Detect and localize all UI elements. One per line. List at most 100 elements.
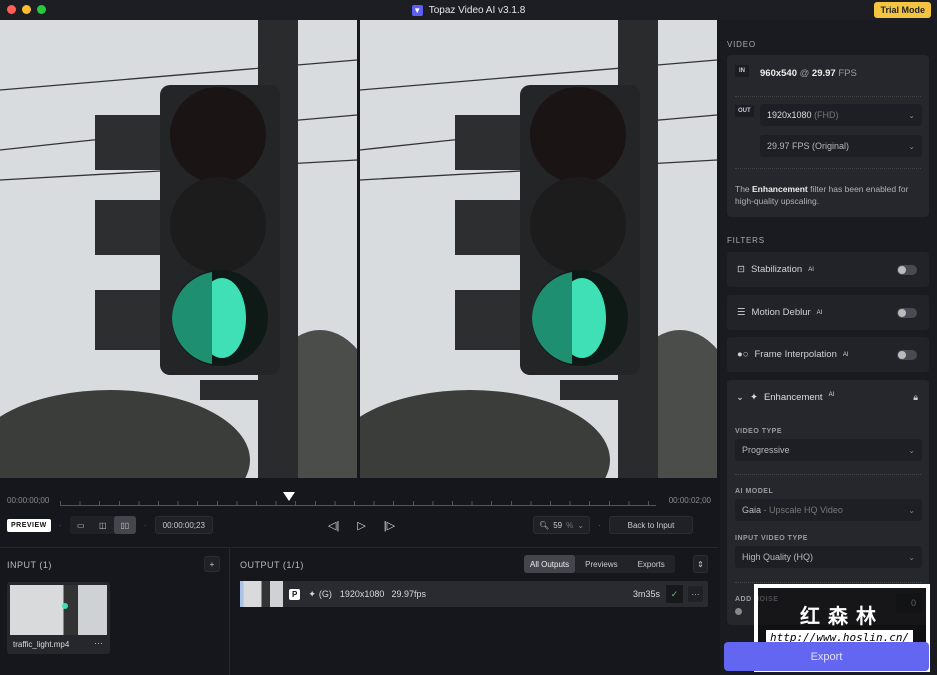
motion-deblur-toggle[interactable] <box>897 307 917 318</box>
sparkle-icon: ✦ <box>308 588 316 599</box>
export-button[interactable]: Export <box>724 642 929 671</box>
output-resolution: 1920x1080 <box>339 589 385 599</box>
input-file-card[interactable]: traffic_light.mp4 ··· <box>7 582 110 654</box>
filter-label: Stabilization <box>750 264 803 275</box>
ai-badge: AI <box>816 309 823 316</box>
output-resolution-select[interactable]: 1920x1080 (FHD) ⌄ <box>760 104 922 126</box>
filters-section-label: FILTERS <box>727 236 765 245</box>
add-noise-slider[interactable] <box>735 608 742 615</box>
video-card: IN 960x540 @ 29.97 FPS OUT 1920x1080 (FH… <box>727 55 929 217</box>
chevron-down-icon: ⌄ <box>736 392 744 403</box>
topaz-logo-icon: ▼ <box>411 4 423 16</box>
input-title: INPUT (1) <box>7 560 52 570</box>
stabilization-toggle[interactable] <box>897 264 917 275</box>
output-panel: OUTPUT (1/1) All Outputs Previews Export… <box>231 547 718 675</box>
in-tag: IN <box>735 65 749 77</box>
video-type-select[interactable]: Progressive ⌄ <box>735 439 922 461</box>
chevron-down-icon: ⌄ <box>908 505 915 515</box>
file-name: traffic_light.mp4 <box>13 640 70 649</box>
playhead[interactable] <box>283 492 295 501</box>
previous-frame-icon[interactable]: ◁| <box>328 519 339 532</box>
enhancement-label: Enhancement <box>763 392 823 403</box>
chevron-down-icon: ⌄ <box>908 552 915 562</box>
video-type-label: VIDEO TYPE <box>735 428 783 435</box>
ai-model-desc: - Upscale HQ Video <box>761 505 843 515</box>
chevron-down-icon: ⌄ <box>908 445 915 455</box>
zoom-select[interactable]: 🔍︎ 59% ⌄ <box>533 516 590 534</box>
output-row[interactable]: P ✦ (G) 1920x1080 29.97fps 3m35s ✓ ··· <box>240 581 708 607</box>
next-frame-icon[interactable]: |▷ <box>384 519 395 532</box>
settings-sidebar: VIDEO IN 960x540 @ 29.97 FPS OUT 1920x10… <box>720 20 937 675</box>
tab-all-outputs[interactable]: All Outputs <box>524 555 576 573</box>
traffic-light-image <box>0 20 357 478</box>
filter-label: Motion Deblur <box>751 307 811 318</box>
traffic-light-image <box>360 20 717 478</box>
stabilization-icon: ⊡ <box>737 264 745 275</box>
output-resolution-value: 1920x1080 <box>767 110 812 120</box>
sparkle-icon: ✦ <box>749 392 758 403</box>
timeline-end: 00:00:02;00 <box>668 496 711 505</box>
tab-previews[interactable]: Previews <box>575 555 627 573</box>
split-view-icon[interactable]: ◫ <box>91 516 114 534</box>
close-icon[interactable] <box>7 5 16 14</box>
maximize-icon[interactable] <box>37 5 46 14</box>
input-resolution: 960x540 <box>760 68 797 79</box>
input-video-type-select[interactable]: High Quality (HQ) ⌄ <box>735 546 922 568</box>
file-thumbnail <box>10 585 107 635</box>
file-more-button[interactable]: ··· <box>94 638 103 648</box>
input-preview-pane[interactable] <box>0 20 357 478</box>
ai-badge: AI <box>808 266 814 273</box>
output-more-button[interactable]: ··· <box>687 585 704 603</box>
filter-motion-deblur[interactable]: ☰ Motion Deblur AI <box>727 295 929 330</box>
back-to-input-button[interactable]: Back to Input <box>609 516 693 534</box>
preview-button[interactable]: PREVIEW <box>7 518 51 532</box>
enhancement-header[interactable]: ⌄ ✦ Enhancement AI <box>736 392 834 403</box>
ai-badge: AI <box>842 351 849 358</box>
preview-badge: P <box>289 588 301 600</box>
timeline-start: 00:00:00;00 <box>7 496 50 505</box>
tab-exports[interactable]: Exports <box>628 555 675 573</box>
minimize-icon[interactable] <box>22 5 31 14</box>
current-timecode[interactable]: 00:00:00;23 <box>154 516 213 534</box>
input-video-type-value: High Quality (HQ) <box>742 552 814 562</box>
filter-frame-interpolation[interactable]: ●○ Frame Interpolation AI <box>727 337 929 372</box>
add-noise-value[interactable]: 0 <box>896 593 922 613</box>
play-icon[interactable]: ▷ <box>357 519 365 532</box>
output-fps-select[interactable]: 29.97 FPS (Original) ⌄ <box>760 135 922 157</box>
chevron-down-icon: ⌄ <box>577 520 584 530</box>
frame-interpolation-toggle[interactable] <box>897 349 917 360</box>
timeline: 00:00:00;00 00:00:02;00 PREVIEW · ▭ ◫ ▯▯… <box>0 480 718 546</box>
window-controls[interactable] <box>7 5 46 14</box>
motion-deblur-icon: ☰ <box>737 307 746 318</box>
chevron-down-icon: ⌄ <box>908 141 915 151</box>
output-preview-pane[interactable] <box>360 20 717 478</box>
title-bar: ▼ Topaz Video AI v3.1.8 Trial Mode <box>0 0 937 20</box>
video-type-value: Progressive <box>742 445 790 455</box>
side-by-side-view-icon[interactable]: ▯▯ <box>113 516 136 534</box>
app-title: Topaz Video AI v3.1.8 <box>428 4 526 16</box>
video-section-label: VIDEO <box>727 40 756 49</box>
zoom-icon: 🔍︎ <box>539 520 550 530</box>
input-video-type-label: INPUT VIDEO TYPE <box>735 535 808 542</box>
resolution-note: (FHD) <box>814 110 839 120</box>
ai-badge: AI <box>828 392 835 398</box>
output-fps-value: 29.97 FPS (Original) <box>767 141 850 151</box>
output-fps: 29.97fps <box>391 589 426 599</box>
output-eta: 3m35s <box>632 589 660 599</box>
single-view-icon[interactable]: ▭ <box>69 516 92 534</box>
enhancement-card: ⌄ ✦ Enhancement AI 🔒︎ VIDEO TYPE Progressiv… <box>727 380 929 625</box>
ai-model-select[interactable]: Gaia - Upscale HQ Video ⌄ <box>735 499 922 521</box>
input-panel: INPUT (1) + traffic_light.mp4 ··· <box>0 547 230 675</box>
add-noise-label: ADD NOISE <box>735 596 779 603</box>
export-label: Export <box>810 650 843 663</box>
check-icon[interactable]: ✓ <box>666 585 683 603</box>
trial-mode-button[interactable]: Trial Mode <box>874 2 931 18</box>
sort-icon[interactable]: ⇕ <box>693 555 708 573</box>
filter-label: Frame Interpolation <box>754 349 837 360</box>
chevron-down-icon: ⌄ <box>908 110 915 120</box>
timeline-track[interactable] <box>60 500 656 506</box>
lock-icon: 🔒︎ <box>913 392 918 402</box>
add-input-button[interactable]: + <box>204 556 220 572</box>
output-thumbnail <box>240 581 283 607</box>
filter-stabilization[interactable]: ⊡ Stabilization AI <box>727 252 929 287</box>
